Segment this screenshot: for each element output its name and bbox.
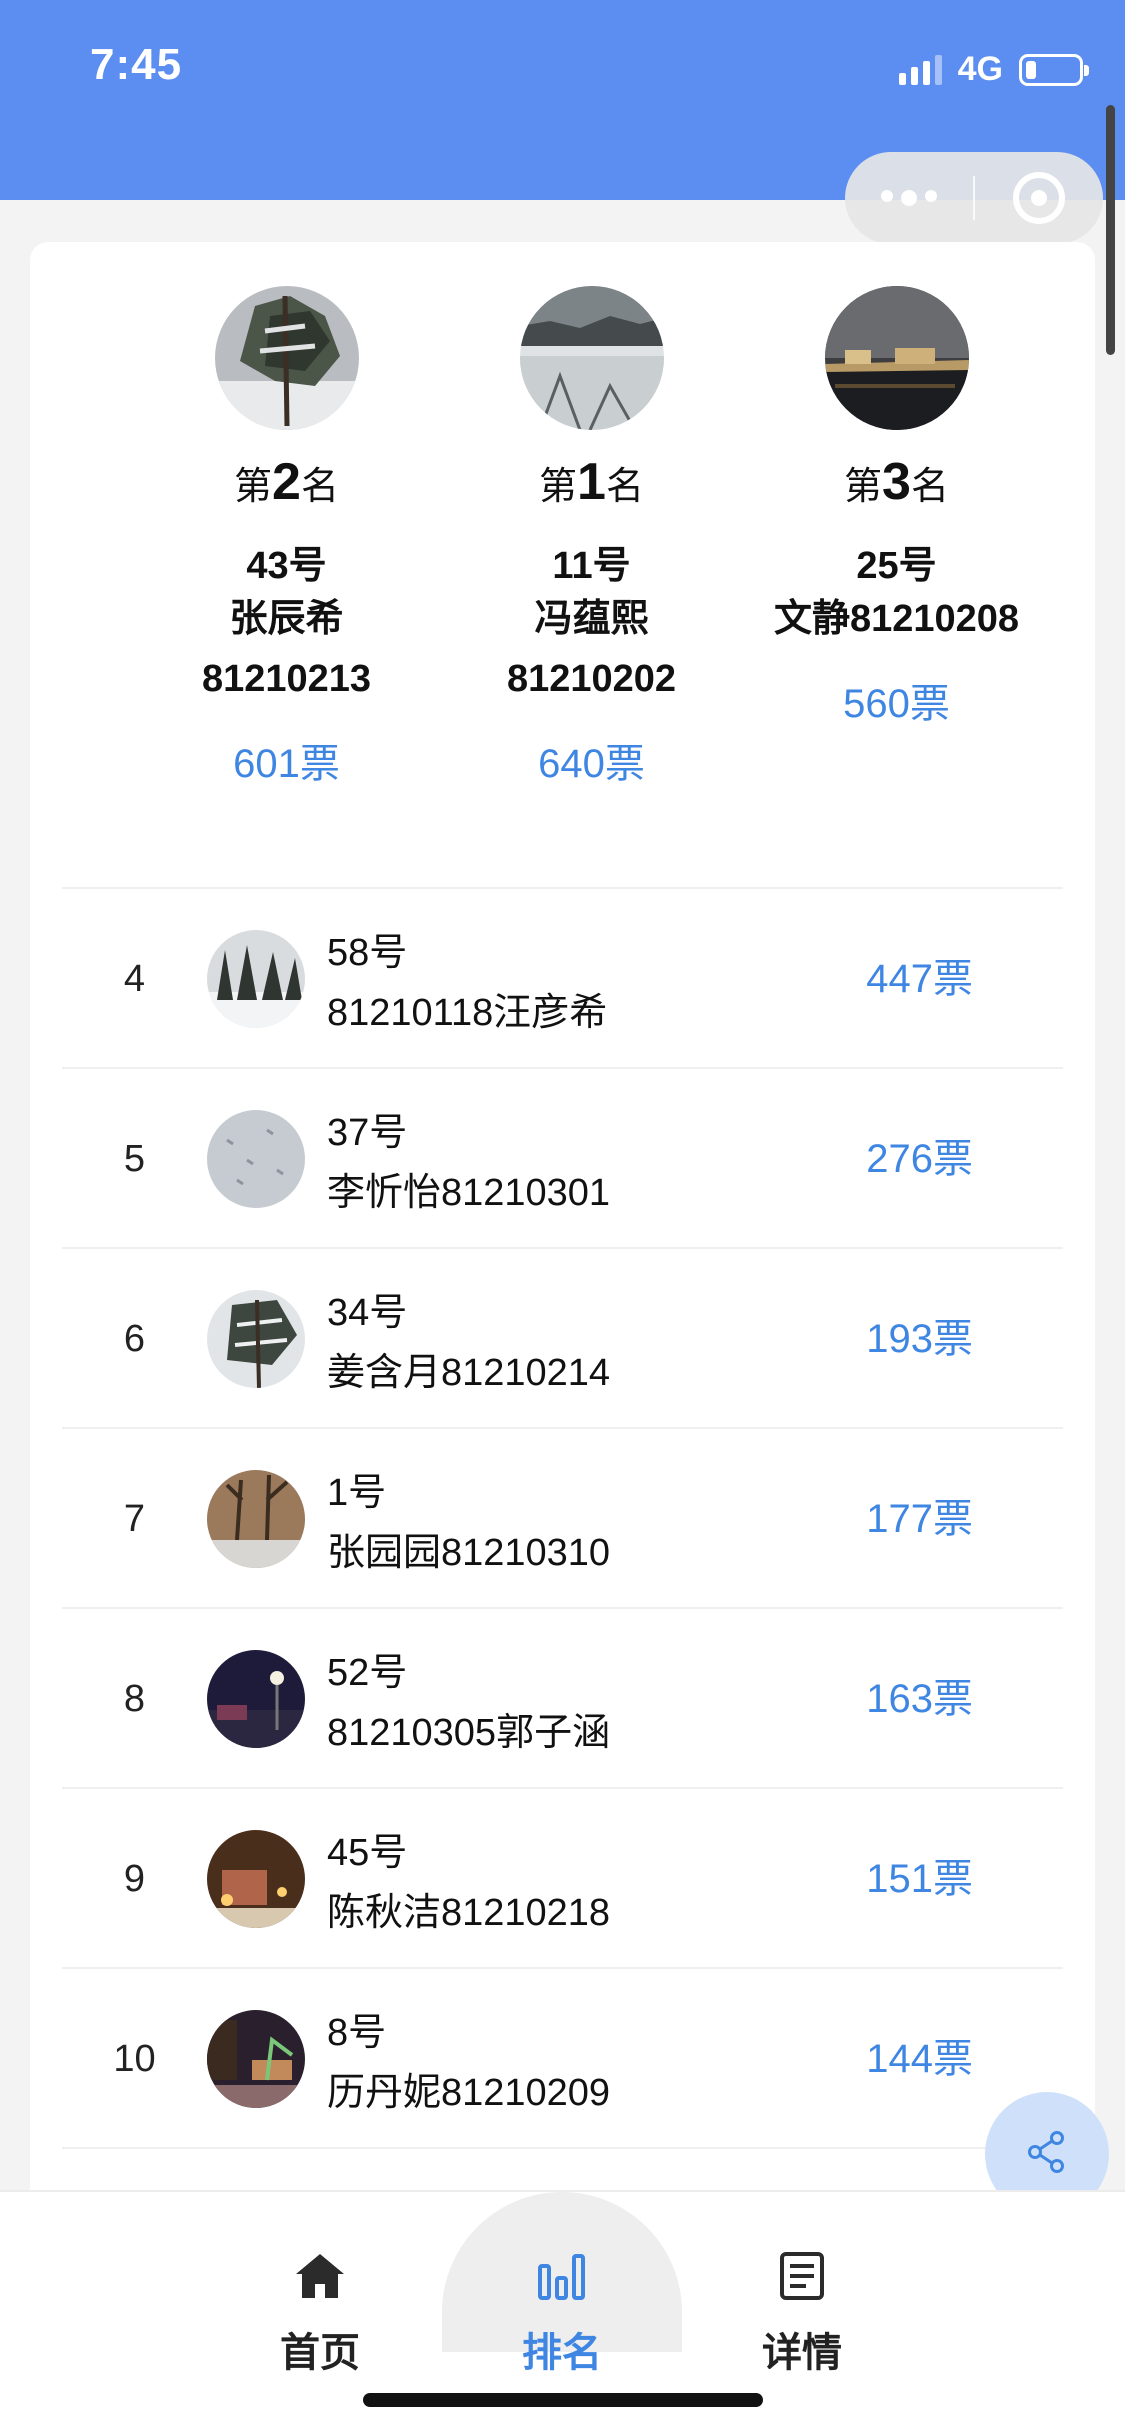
network-type: 4G (957, 50, 1003, 88)
entry-name-cont: 81210202 (506, 658, 677, 700)
status-indicators: 4G (898, 50, 1089, 89)
entry-number: 37号 (327, 1112, 408, 1154)
home-icon (200, 2250, 440, 2306)
tab-label: 排名 (522, 2331, 602, 2375)
entry-name-cont: 81210213 (201, 658, 372, 700)
avatar (207, 1470, 305, 1568)
entry-name: 李忻怡81210301 (327, 1172, 611, 1214)
avatar (207, 2010, 305, 2108)
entry-name: 81210118汪彦希 (327, 992, 608, 1034)
vote-count: 640票 (538, 742, 645, 786)
tab-home[interactable]: 首页 (200, 2192, 440, 2375)
avatar (207, 1110, 305, 1208)
ranking-list: 4 58号 81210118汪彦希 447票 5 37号 李忻怡81210301… (62, 887, 1063, 2327)
more-icon[interactable] (845, 190, 973, 206)
vote-count: 601票 (233, 742, 340, 786)
list-item[interactable]: 7 1号 张园园81210310 177票 (62, 1427, 1063, 1607)
vote-count: 276票 (866, 1137, 973, 1181)
vote-count: 560票 (843, 682, 950, 726)
battery-icon (1019, 53, 1089, 86)
rank-number: 7 (123, 1498, 146, 1540)
rank-number: 6 (123, 1318, 146, 1360)
vote-count: 151票 (866, 1857, 973, 1901)
list-item[interactable]: 4 58号 81210118汪彦希 447票 (62, 887, 1063, 1067)
entry-name: 冯蕴熙 (534, 598, 649, 640)
list-item[interactable]: 9 45号 陈秋洁81210218 151票 (62, 1787, 1063, 1967)
vote-count: 177票 (866, 1497, 973, 1541)
entry-name: 81210305郭子涵 (327, 1712, 611, 1754)
list-item[interactable]: 5 37号 李忻怡81210301 276票 (62, 1067, 1063, 1247)
entry-number: 43号 (246, 545, 327, 587)
vote-count: 193票 (866, 1317, 973, 1361)
entry-name: 张辰希 (229, 598, 344, 640)
signal-icon (898, 54, 942, 85)
entry-number: 1号 (327, 1472, 387, 1514)
avatar (207, 1830, 305, 1928)
avatar (207, 930, 305, 1028)
capsule-menu (845, 152, 1103, 244)
bar-chart-icon (442, 2250, 682, 2306)
avatar (214, 286, 359, 430)
scrollbar[interactable] (1106, 105, 1115, 355)
share-icon (1023, 2128, 1071, 2181)
entry-number: 8号 (327, 2012, 387, 2054)
rank-number: 9 (123, 1858, 146, 1900)
avatar (519, 286, 664, 430)
rank-label: 第2名 (234, 453, 339, 511)
entry-number: 11号 (552, 545, 631, 587)
tab-label: 详情 (762, 2331, 842, 2375)
list-item[interactable]: 8 52号 81210305郭子涵 163票 (62, 1607, 1063, 1787)
podium-third[interactable]: 第3名 25号 文静81210208 560票 (744, 286, 1049, 729)
entry-name: 姜含月81210214 (327, 1352, 611, 1394)
rank-number: 5 (123, 1138, 146, 1180)
rank-number: 10 (113, 2038, 156, 2080)
list-item[interactable]: 6 34号 姜含月81210214 193票 (62, 1247, 1063, 1427)
ranking-card: 第2名 43号 张辰希 81210213 601票 第1名 11号 冯蕴熙 81… (30, 242, 1095, 2436)
entry-name: 文静81210208 (773, 598, 1020, 640)
vote-count: 447票 (866, 957, 973, 1001)
status-time: 7:45 (90, 40, 183, 89)
entry-number: 58号 (327, 932, 408, 974)
close-miniprogram-icon[interactable] (975, 172, 1103, 224)
entry-number: 25号 (856, 545, 937, 587)
rank-label: 第3名 (844, 453, 949, 511)
avatar (207, 1650, 305, 1748)
rank-number: 8 (123, 1678, 146, 1720)
entry-number: 45号 (327, 1832, 408, 1874)
podium-second[interactable]: 第2名 43号 张辰希 81210213 601票 (134, 286, 439, 789)
rank-label: 第1名 (539, 453, 644, 511)
tab-label: 首页 (280, 2331, 360, 2375)
document-icon (682, 2250, 922, 2306)
tab-detail[interactable]: 详情 (682, 2192, 922, 2375)
avatar (824, 286, 969, 430)
entry-number: 34号 (327, 1292, 408, 1334)
tab-rank[interactable]: 排名 (442, 2192, 682, 2375)
home-indicator (363, 2393, 763, 2407)
entry-name: 历丹妮81210209 (327, 2072, 611, 2114)
entry-name: 陈秋洁81210218 (327, 1892, 611, 1934)
podium-first[interactable]: 第1名 11号 冯蕴熙 81210202 640票 (439, 286, 744, 789)
podium: 第2名 43号 张辰希 81210213 601票 第1名 11号 冯蕴熙 81… (30, 286, 1095, 886)
rank-number: 4 (123, 958, 146, 1000)
vote-count: 163票 (866, 1677, 973, 1721)
list-item[interactable]: 10 8号 历丹妮81210209 144票 (62, 1967, 1063, 2147)
avatar (207, 1290, 305, 1388)
vote-count: 144票 (866, 2037, 973, 2081)
entry-name: 张园园81210310 (327, 1532, 611, 1574)
entry-number: 52号 (327, 1652, 408, 1694)
